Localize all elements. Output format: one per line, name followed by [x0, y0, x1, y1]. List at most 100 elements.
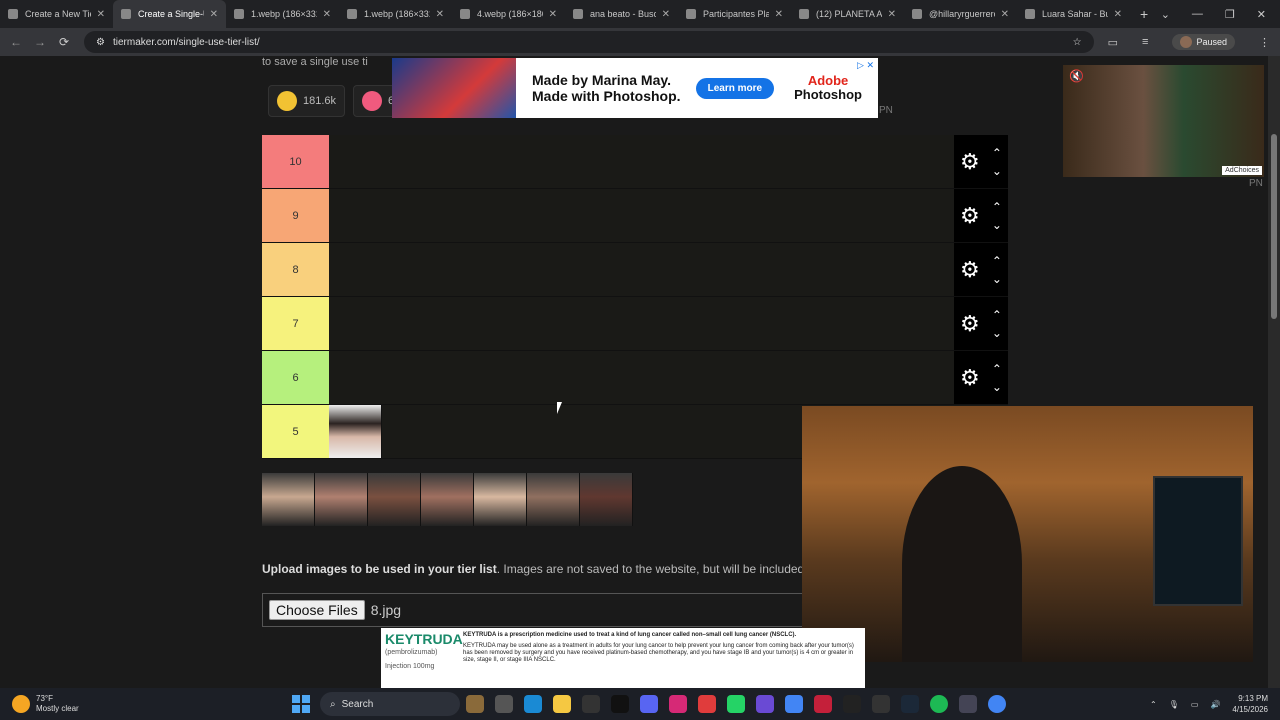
tab-close-icon[interactable]: ✕ [436, 9, 444, 20]
mic-icon[interactable]: 🎙 [1169, 700, 1179, 709]
capcut-icon[interactable] [872, 695, 890, 713]
tier-label[interactable]: 6 [262, 351, 329, 404]
whatsapp-icon[interactable] [727, 695, 745, 713]
tab-close-icon[interactable]: ✕ [1114, 9, 1122, 20]
instagram-icon[interactable] [669, 695, 687, 713]
back-button[interactable]: ← [4, 35, 28, 49]
chevron-up-icon[interactable]: ⌃ [992, 362, 1002, 376]
tier-item-image[interactable] [329, 405, 382, 458]
pool-image[interactable] [262, 473, 315, 526]
pool-image[interactable] [580, 473, 633, 526]
ad-learn-more-button[interactable]: Learn more [695, 77, 775, 99]
network-icon[interactable]: ▭ [1191, 700, 1199, 709]
tray-chevron-icon[interactable]: ⌃ [1150, 700, 1157, 709]
folder-icon[interactable] [553, 695, 571, 713]
tab-close-icon[interactable]: ✕ [210, 9, 218, 20]
cast-icon[interactable]: ▭ [1108, 36, 1118, 49]
acrobat-icon[interactable] [814, 695, 832, 713]
tab-close-icon[interactable]: ✕ [775, 9, 783, 20]
app-icon[interactable] [582, 695, 600, 713]
tab-close-icon[interactable]: ✕ [549, 9, 557, 20]
tab-close-icon[interactable]: ✕ [323, 9, 331, 20]
weather-widget[interactable]: 73°F Mostly clear [0, 694, 290, 714]
browser-tab[interactable]: Create a Single-U ✕ [113, 0, 226, 28]
tier-drop-zone[interactable] [329, 135, 954, 188]
bookmark-star-icon[interactable]: ☆ [1073, 37, 1082, 48]
windows-start-icon[interactable] [292, 695, 310, 713]
pool-image[interactable] [315, 473, 368, 526]
browser-tab[interactable]: 1.webp (186×331) ✕ [226, 0, 339, 28]
file-explorer-icon[interactable] [466, 695, 484, 713]
tier-drop-zone[interactable] [329, 351, 954, 404]
edge-icon[interactable] [524, 695, 542, 713]
page-scrollbar[interactable] [1268, 56, 1280, 688]
spotify-icon[interactable] [930, 695, 948, 713]
menu-icon[interactable]: ⋮ [1259, 36, 1270, 49]
browser-tab[interactable]: Participantes Plan ✕ [678, 0, 791, 28]
bottom-ad-banner[interactable]: KEYTRUDA (pembrolizumab) Injection 100mg… [381, 628, 865, 688]
clock[interactable]: 9:13 PM 4/15/2026 [1232, 693, 1268, 715]
chevron-up-icon[interactable]: ⌃ [992, 146, 1002, 160]
pool-image[interactable] [421, 473, 474, 526]
grid-app-icon[interactable] [756, 695, 774, 713]
volume-icon[interactable]: 🔊 [1210, 700, 1220, 709]
gear-icon[interactable]: ⚙ [960, 312, 980, 335]
side-video-ad[interactable]: 🔇 AdChoices [1063, 65, 1264, 177]
close-window-button[interactable]: ✕ [1257, 8, 1266, 21]
chevron-up-icon[interactable]: ⌃ [992, 308, 1002, 322]
pool-image[interactable] [474, 473, 527, 526]
tier-label[interactable]: 7 [262, 297, 329, 350]
site-info-icon[interactable]: ⚙ [96, 37, 105, 48]
tier-label[interactable]: 8 [262, 243, 329, 296]
top-ad-banner[interactable]: Made by Marina May. Made with Photoshop.… [392, 58, 878, 118]
tab-close-icon[interactable]: ✕ [97, 9, 105, 20]
pool-image[interactable] [527, 473, 580, 526]
browser-tab[interactable]: ana beato - Busca ✕ [565, 0, 678, 28]
browser-tab[interactable]: (12) PLANETA ALC ✕ [791, 0, 904, 28]
chevron-down-icon[interactable]: ⌄ [992, 326, 1002, 340]
ad-choices-icon[interactable]: ▷ ✕ [857, 60, 874, 71]
scrollbar-thumb[interactable] [1271, 134, 1277, 319]
address-bar[interactable]: ⚙ tiermaker.com/single-use-tier-list/ ☆ [84, 31, 1094, 53]
youtube-icon[interactable] [698, 695, 716, 713]
profile-button[interactable]: Paused [1172, 34, 1235, 50]
tab-close-icon[interactable]: ✕ [888, 9, 896, 20]
settings-icon[interactable] [959, 695, 977, 713]
tiktok-icon[interactable] [611, 695, 629, 713]
gear-icon[interactable]: ⚙ [960, 204, 980, 227]
tier-drop-zone[interactable] [329, 243, 954, 296]
taskbar-search[interactable]: ⌕ Search [320, 692, 460, 716]
adchoices-label[interactable]: AdChoices [1222, 166, 1262, 175]
chevron-down-icon[interactable]: ⌄ [992, 380, 1002, 394]
call-app-icon[interactable] [843, 695, 861, 713]
browser-tab[interactable]: 1.webp (186×331) ✕ [339, 0, 452, 28]
chevron-up-icon[interactable]: ⌃ [992, 254, 1002, 268]
gear-icon[interactable]: ⚙ [960, 366, 980, 389]
chevron-down-icon[interactable]: ⌄ [992, 164, 1002, 178]
maximize-button[interactable]: ❐ [1225, 8, 1235, 21]
tier-drop-zone[interactable] [329, 297, 954, 350]
minimize-button[interactable]: — [1192, 8, 1203, 21]
mute-icon[interactable]: 🔇 [1069, 69, 1084, 83]
chevron-down-icon[interactable]: ⌄ [1161, 8, 1170, 21]
browser-tab[interactable]: 4.webp (186×186) ✕ [452, 0, 565, 28]
chevron-down-icon[interactable]: ⌄ [992, 272, 1002, 286]
task-view-icon[interactable] [495, 695, 513, 713]
pool-image[interactable] [368, 473, 421, 526]
forward-button[interactable]: → [28, 35, 52, 49]
gear-icon[interactable]: ⚙ [960, 258, 980, 281]
browser-tab[interactable]: Create a New Tier ✕ [0, 0, 113, 28]
chrome-active-icon[interactable] [988, 695, 1006, 713]
chrome-icon[interactable] [785, 695, 803, 713]
browser-tab[interactable]: Luara Sahar - Bus ✕ [1017, 0, 1130, 28]
tab-close-icon[interactable]: ✕ [1001, 9, 1009, 20]
media-icon[interactable]: ≡ [1142, 36, 1148, 48]
choose-files-button[interactable]: Choose Files [269, 600, 365, 620]
gear-icon[interactable]: ⚙ [960, 150, 980, 173]
chevron-up-icon[interactable]: ⌃ [992, 200, 1002, 214]
discord-icon[interactable] [640, 695, 658, 713]
steam-icon[interactable] [901, 695, 919, 713]
tab-close-icon[interactable]: ✕ [662, 9, 670, 20]
chevron-down-icon[interactable]: ⌄ [992, 218, 1002, 232]
browser-tab[interactable]: @hillaryrguerrero ✕ [904, 0, 1017, 28]
